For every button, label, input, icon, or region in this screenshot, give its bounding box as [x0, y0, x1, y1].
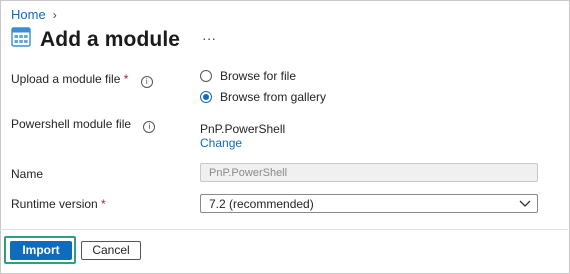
cancel-button[interactable]: Cancel	[81, 241, 141, 260]
change-link[interactable]: Change	[200, 136, 242, 150]
page-header: Add a module ···	[11, 27, 216, 52]
breadcrumb-home-link[interactable]: Home	[11, 7, 46, 22]
page-title: Add a module	[40, 27, 181, 51]
info-icon[interactable]: i	[140, 76, 153, 88]
radio-unchecked-icon[interactable]	[200, 70, 212, 82]
name-input: PnP.PowerShell	[200, 163, 538, 182]
runtime-version-select[interactable]: 7.2 (recommended)	[200, 194, 538, 213]
footer-divider	[0, 229, 568, 230]
runtime-label-text: Runtime version	[11, 197, 98, 211]
powershell-module-file-label: Powershell module file i	[11, 117, 156, 133]
chevron-down-icon[interactable]	[519, 196, 531, 213]
radio-label-browse-file: Browse for file	[220, 69, 297, 83]
module-file-label-text: Powershell module file	[11, 117, 132, 131]
module-grid-icon	[11, 27, 31, 52]
runtime-selected-value: 7.2 (recommended)	[209, 197, 314, 211]
radio-browse-from-gallery[interactable]: Browse from gallery	[200, 90, 326, 104]
upload-label-text: Upload a module file	[11, 72, 121, 86]
name-label: Name	[11, 167, 44, 181]
upload-module-file-label: Upload a module file * i	[11, 72, 153, 88]
more-options-icon[interactable]: ···	[202, 30, 216, 46]
radio-label-browse-gallery: Browse from gallery	[220, 90, 327, 104]
required-asterisk: *	[101, 197, 106, 211]
module-file-value: PnP.PowerShell	[200, 122, 286, 136]
required-asterisk: *	[123, 72, 129, 86]
radio-checked-icon[interactable]	[200, 91, 212, 103]
breadcrumb: Home ›	[11, 7, 57, 22]
info-icon[interactable]: i	[143, 121, 156, 133]
runtime-version-label: Runtime version *	[11, 197, 106, 211]
chevron-right-icon: ›	[52, 7, 57, 22]
import-button[interactable]: Import	[10, 241, 72, 260]
radio-browse-for-file[interactable]: Browse for file	[200, 69, 296, 83]
